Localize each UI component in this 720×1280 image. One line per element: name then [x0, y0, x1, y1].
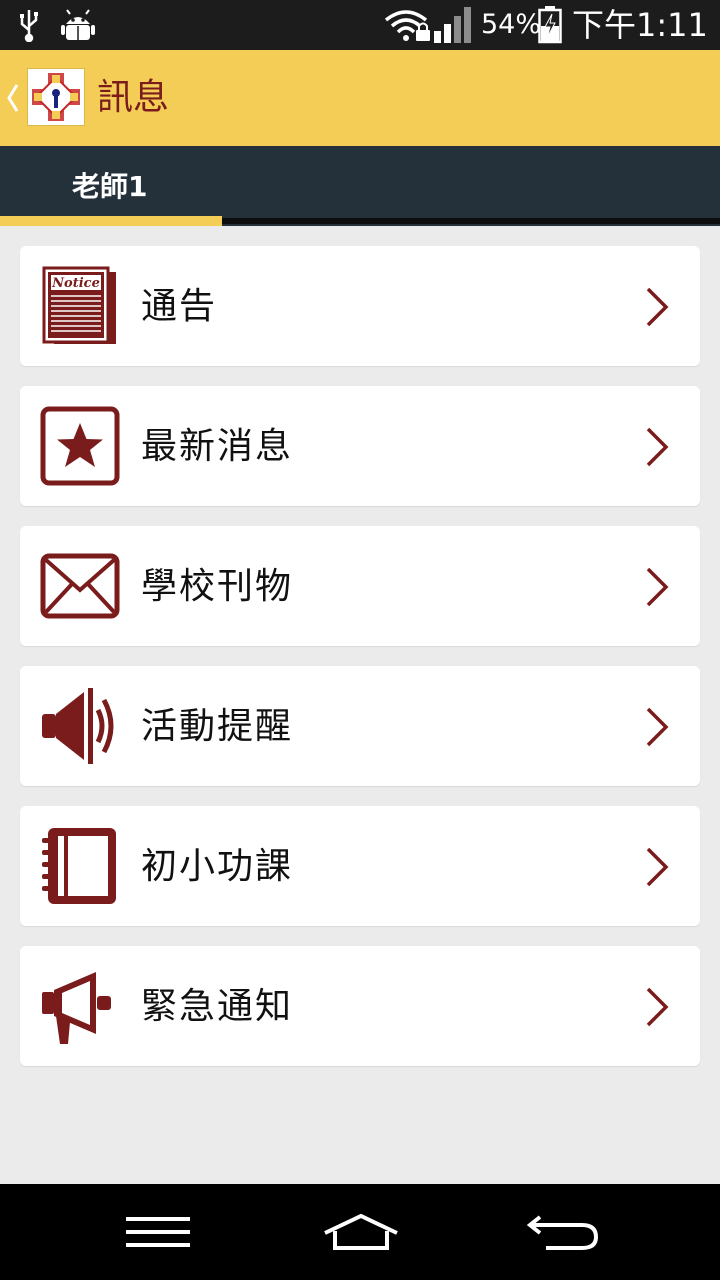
- notice-icon: Notice: [40, 266, 120, 346]
- school-logo[interactable]: [27, 68, 85, 126]
- chevron-right-icon: [644, 426, 670, 472]
- tab-track: [222, 218, 720, 224]
- back-icon[interactable]: [520, 1184, 606, 1280]
- menu-item-label: 最新消息: [141, 426, 294, 467]
- chevron-right-icon: [644, 566, 670, 612]
- menu-item-label: 初小功課: [141, 846, 294, 887]
- menu-item-label: 活動提醒: [141, 706, 294, 747]
- menu-list: Notice 通告 最新消息 學校刊物 活動提醒 初小功課 緊急通知: [20, 246, 700, 1086]
- clock: 下午1:11: [572, 6, 708, 44]
- system-nav-bar: [0, 1184, 720, 1280]
- usb-icon: [18, 0, 40, 50]
- home-icon[interactable]: [316, 1184, 406, 1280]
- tab-bar: 老師1: [0, 146, 720, 226]
- chevron-right-icon: [644, 986, 670, 1032]
- speaker-icon: [40, 686, 120, 766]
- tab-indicator: [0, 216, 222, 226]
- signal-icon: [434, 0, 474, 50]
- menu-item-latest-news[interactable]: 最新消息: [20, 386, 700, 506]
- envelope-icon: [40, 546, 120, 626]
- menu-item-notice[interactable]: Notice 通告: [20, 246, 700, 366]
- menu-item-label: 學校刊物: [141, 566, 294, 607]
- tab-teacher-1[interactable]: 老師1: [72, 146, 147, 218]
- app-bar: 訊息: [0, 50, 720, 146]
- chevron-right-icon: [644, 286, 670, 332]
- megaphone-icon: [40, 966, 120, 1046]
- status-bar: 54% 下午1:11: [0, 0, 720, 50]
- star-icon: [40, 406, 120, 486]
- menu-item-school-publication[interactable]: 學校刊物: [20, 526, 700, 646]
- battery-percent: 54%: [481, 9, 542, 40]
- android-debug-icon: [60, 0, 96, 50]
- notebook-icon: [40, 826, 120, 906]
- chevron-right-icon: [644, 706, 670, 752]
- wifi-lock-icon: [384, 0, 432, 50]
- menu-item-activity-reminder[interactable]: 活動提醒: [20, 666, 700, 786]
- menu-item-label: 緊急通知: [141, 986, 294, 1027]
- menu-item-junior-homework[interactable]: 初小功課: [20, 806, 700, 926]
- battery-charging-icon: [538, 0, 562, 50]
- menu-icon[interactable]: [118, 1184, 198, 1280]
- notice-icon-text: Notice: [51, 276, 100, 291]
- back-chevron-icon[interactable]: [6, 82, 20, 118]
- chevron-right-icon: [644, 846, 670, 892]
- page-title: 訊息: [97, 77, 170, 118]
- menu-item-label: 通告: [141, 286, 218, 327]
- menu-item-emergency-notice[interactable]: 緊急通知: [20, 946, 700, 1066]
